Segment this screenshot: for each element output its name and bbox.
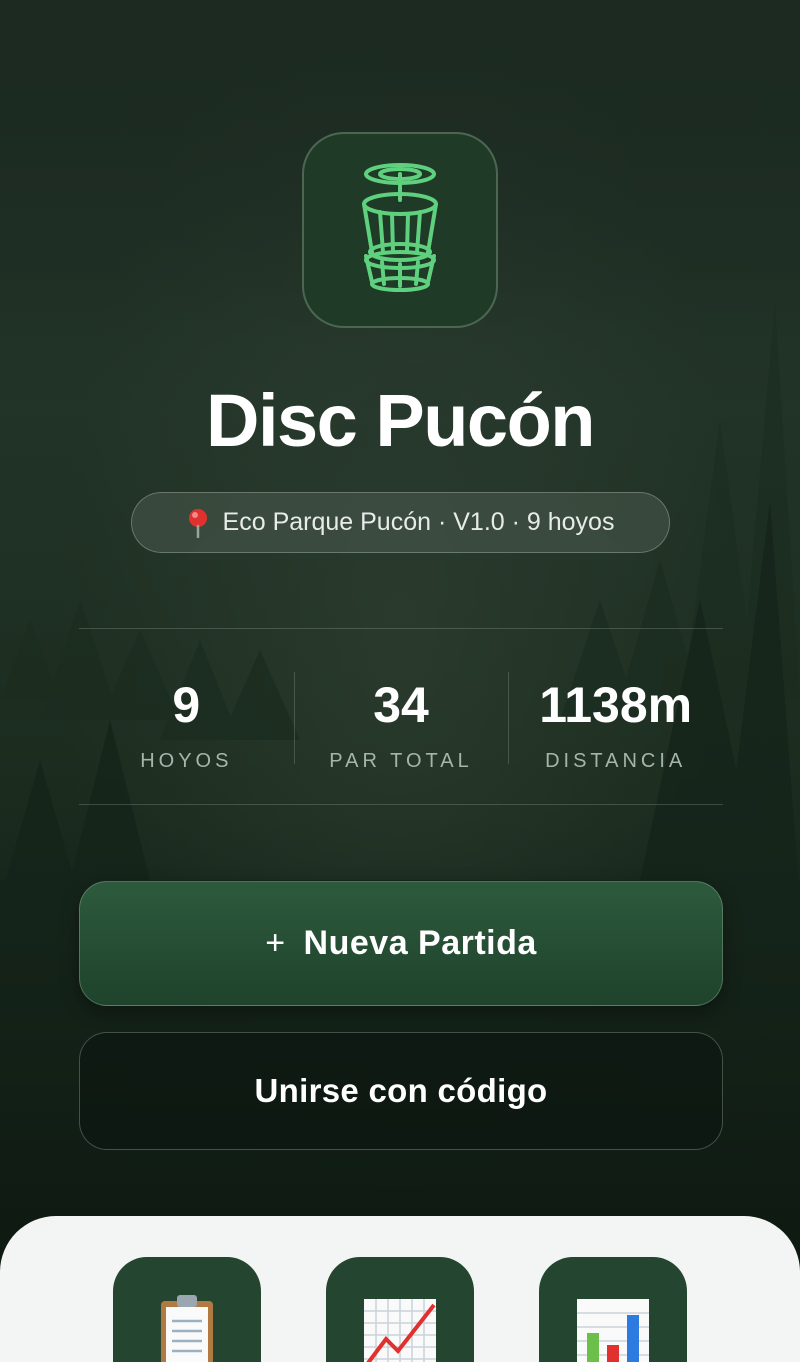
course-stats: 9 HOYOS 34 PAR TOTAL 1138m DISTANCIA xyxy=(79,660,723,772)
app-title: Disc Pucón xyxy=(206,379,596,462)
stats-divider-top xyxy=(79,628,723,629)
location-text: Eco Parque Pucón · V1.0 · 9 hoyos xyxy=(222,508,615,536)
tile-bar-chart[interactable] xyxy=(539,1257,687,1362)
stat-value: 1138m xyxy=(539,677,693,733)
stat-holes: 9 HOYOS xyxy=(79,660,294,772)
stat-value: 34 xyxy=(373,677,429,733)
bar-chart-icon xyxy=(577,1299,649,1362)
stat-par-total: 34 PAR TOTAL xyxy=(293,660,509,772)
join-label: Unirse con código xyxy=(254,1072,548,1109)
plus-icon: + xyxy=(265,924,286,962)
stat-label: HOYOS xyxy=(140,750,233,772)
stat-label: DISTANCIA xyxy=(545,750,687,772)
stats-divider-bottom xyxy=(79,804,723,805)
stat-distance: 1138m DISTANCIA xyxy=(508,660,723,772)
tile-clipboard[interactable] xyxy=(113,1257,261,1362)
stat-value: 9 xyxy=(172,677,201,733)
tile-line-chart[interactable] xyxy=(326,1257,474,1362)
line-chart-icon xyxy=(364,1299,436,1362)
map-pin-icon xyxy=(187,508,209,538)
location-badge: Eco Parque Pucón · V1.0 · 9 hoyos xyxy=(131,492,670,553)
join-with-code-button[interactable]: Unirse con código xyxy=(79,1032,723,1150)
new-game-button[interactable]: + Nueva Partida xyxy=(79,881,723,1006)
new-game-label: Nueva Partida xyxy=(303,924,537,962)
disc-golf-basket-icon xyxy=(362,163,438,292)
clipboard-icon xyxy=(161,1295,213,1362)
stat-label: PAR TOTAL xyxy=(329,750,473,772)
app-logo xyxy=(302,132,498,328)
